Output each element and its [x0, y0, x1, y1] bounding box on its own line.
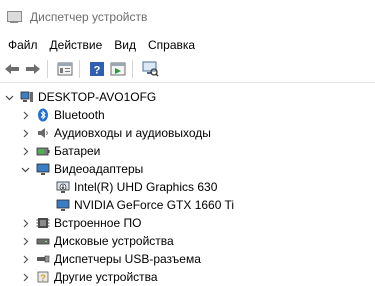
toolbar-separator [132, 60, 133, 78]
tree-item-label: Диспетчеры USB-разъема [54, 252, 201, 266]
tree-child-intel-gpu[interactable]: Intel(R) UHD Graphics 630 [50, 178, 217, 196]
battery-icon [36, 144, 50, 158]
toolbar: ? [0, 56, 375, 83]
menu-bar: Файл Действие Вид Справка [0, 34, 375, 56]
menu-action[interactable]: Действие [50, 38, 111, 52]
display-adapter-warning-icon [56, 180, 70, 194]
tree-item-label: Другие устройства [54, 270, 158, 284]
chevron-down-icon[interactable] [4, 88, 14, 106]
tree-item-firmware[interactable]: Встроенное ПО [20, 214, 141, 232]
disk-icon [36, 234, 50, 248]
tree-item-label: Аудиовходы и аудиовыходы [54, 126, 211, 140]
svg-text:?: ? [94, 65, 101, 77]
chevron-down-icon[interactable] [20, 160, 30, 178]
tree-item-label: Intel(R) UHD Graphics 630 [74, 180, 218, 194]
chevron-right-icon[interactable] [20, 214, 30, 232]
title-bar: Диспетчер устройств [0, 0, 375, 34]
chevron-right-icon[interactable] [20, 250, 30, 268]
tree-item-label: Bluetooth [54, 108, 105, 122]
tree-item-other-devices[interactable]: ? Другие устройства [20, 268, 158, 286]
firmware-icon [36, 216, 50, 230]
chevron-right-icon[interactable] [20, 232, 30, 250]
menu-help[interactable]: Справка [148, 38, 203, 52]
svg-text:?: ? [40, 273, 46, 283]
scan-hardware-icon[interactable] [141, 60, 159, 78]
help-icon[interactable]: ? [88, 60, 106, 78]
tree-item-label: Встроенное ПО [54, 216, 142, 230]
computer-icon [20, 90, 34, 104]
back-arrow-icon[interactable] [3, 60, 21, 78]
display-adapter-icon [56, 198, 70, 212]
tree-child-nvidia-gpu[interactable]: NVIDIA GeForce GTX 1660 Ti [50, 196, 234, 214]
menu-file[interactable]: Файл [8, 38, 46, 52]
tree-item-audio[interactable]: Аудиовходы и аудиовыходы [20, 124, 211, 142]
tree-item-label: NVIDIA GeForce GTX 1660 Ti [74, 198, 235, 212]
usb-icon [36, 252, 50, 266]
bluetooth-icon [36, 108, 50, 122]
root-label: DESKTOP-AVO1OFG [38, 90, 157, 104]
device-manager-icon [6, 9, 22, 25]
speaker-icon [36, 126, 50, 140]
toolbar-separator [79, 60, 80, 78]
tree-root[interactable]: DESKTOP-AVO1OFG [4, 88, 156, 106]
chevron-right-icon[interactable] [20, 268, 30, 286]
tree-item-disk-drives[interactable]: Дисковые устройства [20, 232, 174, 250]
chevron-right-icon[interactable] [20, 124, 30, 142]
chevron-right-icon[interactable] [20, 142, 30, 160]
properties-icon[interactable] [56, 60, 74, 78]
window-title: Диспетчер устройств [30, 10, 148, 24]
tree-item-label: Дисковые устройства [54, 234, 174, 248]
chevron-right-icon[interactable] [20, 106, 30, 124]
forward-arrow-icon[interactable] [24, 60, 42, 78]
tree-item-bluetooth[interactable]: Bluetooth [20, 106, 105, 124]
menu-view[interactable]: Вид [114, 38, 144, 52]
update-driver-icon[interactable] [109, 60, 127, 78]
other-device-icon: ? [36, 270, 50, 284]
tree-item-label: Видеоадаптеры [54, 162, 144, 176]
tree-item-display-adapters[interactable]: Видеоадаптеры [20, 160, 143, 178]
tree-item-usb-managers[interactable]: Диспетчеры USB-разъема [20, 250, 201, 268]
display-adapter-icon [36, 162, 50, 176]
toolbar-separator [47, 60, 48, 78]
tree-item-batteries[interactable]: Батареи [20, 142, 100, 160]
tree-item-label: Батареи [54, 144, 101, 158]
